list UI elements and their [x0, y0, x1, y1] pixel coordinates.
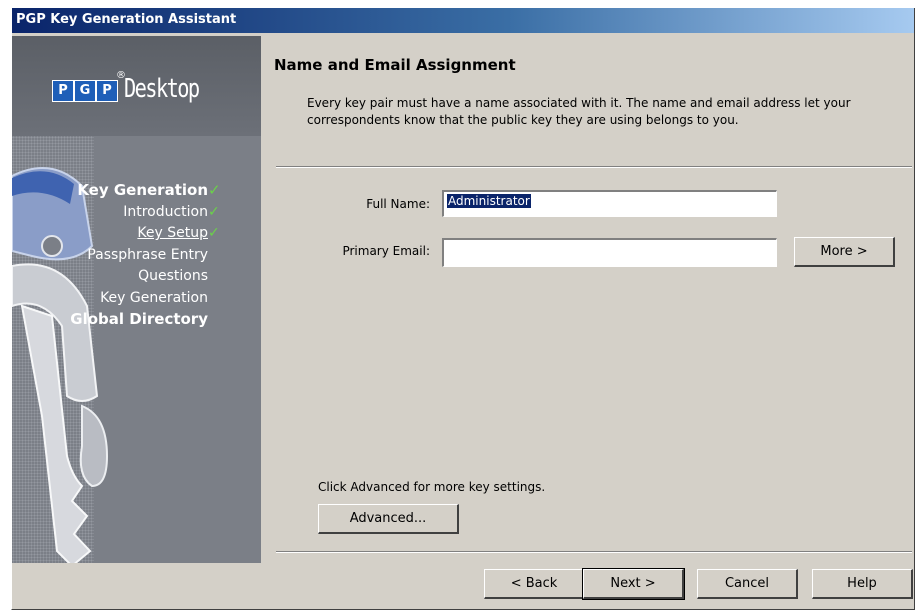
step-introduction: Introduction✓ — [70, 202, 226, 224]
step-key-setup: Key Setup✓ — [70, 223, 226, 245]
step-key-generation: Key Generation — [100, 289, 208, 306]
cancel-button[interactable]: Cancel — [697, 569, 798, 599]
window-title: PGP Key Generation Assistant — [16, 12, 237, 27]
logo-letter-g: G — [74, 80, 96, 102]
full-name-input[interactable]: Administrator — [442, 190, 777, 217]
step-global-directory: Global Directory — [70, 310, 208, 328]
advanced-button[interactable]: Advanced... — [318, 504, 459, 534]
header-divider — [276, 166, 912, 168]
footer-divider — [276, 551, 912, 553]
primary-email-input[interactable] — [442, 238, 777, 267]
logo-product-name: Desktop — [124, 74, 200, 104]
next-button[interactable]: Next > — [582, 568, 685, 600]
advanced-hint: Click Advanced for more key settings. — [318, 480, 546, 494]
page-description: Every key pair must have a name associat… — [307, 96, 851, 127]
title-bar[interactable]: PGP Key Generation Assistant — [12, 8, 914, 33]
checkmark-icon: ✓ — [208, 203, 220, 220]
step-key-generation-heading: Key Generation✓ — [70, 180, 226, 202]
wizard-sidebar: P G P ® Desktop Key Generation✓ Introduc… — [12, 36, 261, 563]
page-title: Name and Email Assignment — [274, 56, 516, 74]
checkmark-icon: ✓ — [208, 225, 220, 241]
logo-letter-p1: P — [52, 80, 74, 102]
checkmark-icon: ✓ — [208, 181, 221, 199]
help-button[interactable]: Help — [812, 569, 913, 599]
wizard-steps: Key Generation✓ Introduction✓ Key Setup✓… — [70, 180, 226, 331]
back-button[interactable]: < Back — [484, 569, 585, 599]
more-button[interactable]: More > — [794, 237, 895, 267]
full-name-label: Full Name: — [366, 197, 430, 211]
step-questions: Questions — [138, 268, 208, 284]
full-name-value: Administrator — [447, 194, 531, 208]
logo-letter-p2: P — [96, 80, 118, 102]
primary-email-label: Primary Email: — [342, 244, 430, 258]
key-generation-window: PGP Key Generation Assistant P G P ® Des… — [11, 8, 915, 610]
step-passphrase-entry: Passphrase Entry — [87, 246, 208, 263]
pgp-desktop-logo: P G P ® Desktop — [12, 36, 261, 136]
